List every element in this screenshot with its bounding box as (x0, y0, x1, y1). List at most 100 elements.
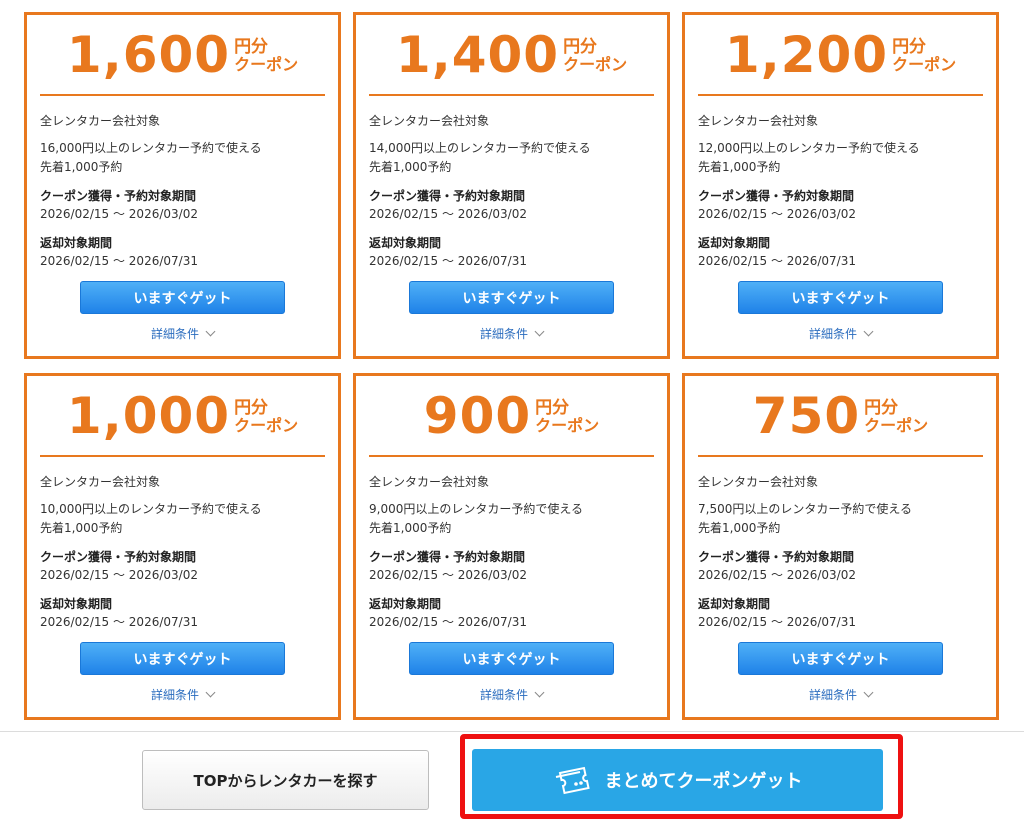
details-label: 詳細条件 (150, 688, 199, 702)
coupon-return-block: 返却対象期間 2026/02/15 ～ 2026/07/31 (369, 595, 654, 632)
coupon-min-amount: 14,000円以上のレンタカー予約で使える (369, 141, 591, 155)
coupon-return-block: 返却対象期間 2026/02/15 ～ 2026/07/31 (698, 595, 983, 632)
coupon-min-amount: 10,000円以上のレンタカー予約で使える (40, 502, 262, 516)
coupon-period-label: クーポン獲得・予約対象期間 (698, 189, 855, 203)
get-all-coupons-button[interactable]: まとめてクーポンゲット (472, 749, 883, 811)
chevron-down-icon (534, 687, 545, 698)
coupon-period-block: クーポン獲得・予約対象期間 2026/02/15 ～ 2026/03/02 (698, 187, 983, 224)
coupon-min-amount: 9,000円以上のレンタカー予約で使える (369, 502, 583, 516)
coupon-condition: 14,000円以上のレンタカー予約で使える 先着1,000予約 (369, 139, 654, 177)
coupon-return-period: 2026/02/15 ～ 2026/07/31 (40, 615, 198, 629)
details-toggle[interactable]: 詳細条件 (40, 686, 325, 703)
coupon-scope: 全レンタカー会社対象 (40, 114, 161, 128)
coupon-unit-label: クーポン (234, 55, 299, 75)
get-now-button[interactable]: いますぐゲット (738, 281, 943, 314)
details-label: 詳細条件 (150, 327, 199, 341)
chevron-down-icon (205, 687, 216, 698)
coupon-limit: 先着1,000予約 (698, 160, 781, 174)
coupon-amount-row: 750 円分 クーポン (698, 376, 983, 457)
details-toggle[interactable]: 詳細条件 (369, 325, 654, 342)
coupon-card: 900 円分 クーポン 全レンタカー会社対象 9,000円以上のレンタカー予約で… (353, 373, 670, 720)
footer-bar: TOPからレンタカーを探す まとめてクーポンゲット (0, 731, 1024, 825)
details-toggle[interactable]: 詳細条件 (698, 686, 983, 703)
get-all-coupons-label: まとめてクーポンゲット (604, 771, 803, 792)
coupon-limit: 先着1,000予約 (40, 521, 123, 535)
coupon-period-block: クーポン獲得・予約対象期間 2026/02/15 ～ 2026/03/02 (698, 548, 983, 585)
ticket-icon (555, 766, 590, 795)
coupon-unit: 円分 クーポン (535, 399, 600, 436)
details-toggle[interactable]: 詳細条件 (40, 325, 325, 342)
coupon-unit-label: クーポン (892, 55, 957, 75)
details-label: 詳細条件 (479, 688, 528, 702)
coupon-period-block: クーポン獲得・予約対象期間 2026/02/15 ～ 2026/03/02 (40, 548, 325, 585)
chevron-down-icon (205, 326, 216, 337)
coupon-amount-row: 1,600 円分 クーポン (40, 15, 325, 96)
coupon-period: 2026/02/15 ～ 2026/03/02 (698, 207, 856, 221)
coupon-period-label: クーポン獲得・予約対象期間 (40, 189, 197, 203)
chevron-down-icon (863, 326, 874, 337)
coupon-scope: 全レンタカー会社対象 (698, 114, 819, 128)
details-toggle[interactable]: 詳細条件 (369, 686, 654, 703)
details-toggle[interactable]: 詳細条件 (698, 325, 983, 342)
coupon-return-period: 2026/02/15 ～ 2026/07/31 (369, 615, 527, 629)
coupon-return-period: 2026/02/15 ～ 2026/07/31 (40, 254, 198, 268)
coupon-return-label: 返却対象期間 (698, 597, 771, 611)
coupon-amount-row: 1,000 円分 クーポン (40, 376, 325, 457)
coupon-period: 2026/02/15 ～ 2026/03/02 (40, 568, 198, 582)
get-now-button[interactable]: いますぐゲット (409, 642, 614, 675)
coupon-unit-label: クーポン (864, 416, 929, 436)
search-from-top-button[interactable]: TOPからレンタカーを探す (142, 750, 429, 810)
get-now-button[interactable]: いますぐゲット (738, 642, 943, 675)
coupon-amount: 1,200 (724, 25, 889, 84)
coupon-scope: 全レンタカー会社対象 (369, 475, 490, 489)
details-label: 詳細条件 (808, 327, 857, 341)
coupon-period-label: クーポン獲得・予約対象期間 (369, 189, 526, 203)
coupon-unit: 円分 クーポン (563, 38, 628, 75)
coupon-condition: 16,000円以上のレンタカー予約で使える 先着1,000予約 (40, 139, 325, 177)
get-now-button[interactable]: いますぐゲット (80, 642, 285, 675)
coupon-condition: 12,000円以上のレンタカー予約で使える 先着1,000予約 (698, 139, 983, 177)
coupon-amount: 1,000 (66, 386, 231, 445)
coupon-min-amount: 7,500円以上のレンタカー予約で使える (698, 502, 912, 516)
coupon-return-period: 2026/02/15 ～ 2026/07/31 (369, 254, 527, 268)
coupon-amount: 1,600 (66, 25, 231, 84)
coupon-period-label: クーポン獲得・予約対象期間 (698, 550, 855, 564)
coupon-unit: 円分 クーポン (234, 38, 299, 75)
coupon-limit: 先着1,000予約 (698, 521, 781, 535)
coupon-amount: 1,400 (395, 25, 560, 84)
coupon-limit: 先着1,000予約 (40, 160, 123, 174)
coupon-return-label: 返却対象期間 (369, 597, 442, 611)
coupon-return-period: 2026/02/15 ～ 2026/07/31 (698, 615, 856, 629)
coupon-grid: 1,600 円分 クーポン 全レンタカー会社対象 16,000円以上のレンタカー… (24, 12, 1001, 720)
details-label: 詳細条件 (479, 327, 528, 341)
coupon-card: 1,400 円分 クーポン 全レンタカー会社対象 14,000円以上のレンタカー… (353, 12, 670, 359)
coupon-period-block: クーポン獲得・予約対象期間 2026/02/15 ～ 2026/03/02 (40, 187, 325, 224)
coupon-return-label: 返却対象期間 (40, 236, 113, 250)
coupon-condition: 7,500円以上のレンタカー予約で使える 先着1,000予約 (698, 500, 983, 538)
coupon-scope: 全レンタカー会社対象 (698, 475, 819, 489)
coupon-amount: 750 (752, 386, 861, 445)
coupon-condition: 10,000円以上のレンタカー予約で使える 先着1,000予約 (40, 500, 325, 538)
coupon-period: 2026/02/15 ～ 2026/03/02 (369, 207, 527, 221)
chevron-down-icon (863, 687, 874, 698)
coupon-return-block: 返却対象期間 2026/02/15 ～ 2026/07/31 (40, 234, 325, 271)
coupon-return-label: 返却対象期間 (40, 597, 113, 611)
coupon-return-period: 2026/02/15 ～ 2026/07/31 (698, 254, 856, 268)
coupon-return-block: 返却対象期間 2026/02/15 ～ 2026/07/31 (698, 234, 983, 271)
coupon-scope: 全レンタカー会社対象 (40, 475, 161, 489)
coupon-unit-label: クーポン (563, 55, 628, 75)
coupon-return-label: 返却対象期間 (698, 236, 771, 250)
coupon-period-block: クーポン獲得・予約対象期間 2026/02/15 ～ 2026/03/02 (369, 187, 654, 224)
coupon-unit: 円分 クーポン (234, 399, 298, 435)
coupon-amount: 900 (423, 386, 532, 445)
coupon-amount-row: 1,400 円分 クーポン (369, 15, 654, 96)
coupon-min-amount: 12,000円以上のレンタカー予約で使える (698, 141, 920, 155)
coupon-unit: 円分 クーポン (864, 399, 929, 436)
get-now-button[interactable]: いますぐゲット (80, 281, 285, 314)
coupon-amount-row: 900 円分 クーポン (369, 376, 654, 457)
coupon-return-label: 返却対象期間 (369, 236, 442, 250)
coupon-period-block: クーポン獲得・予約対象期間 2026/02/15 ～ 2026/03/02 (369, 548, 654, 585)
get-now-button[interactable]: いますぐゲット (409, 281, 614, 314)
coupon-card: 1,200 円分 クーポン 全レンタカー会社対象 12,000円以上のレンタカー… (682, 12, 999, 359)
coupon-unit-label: クーポン (535, 416, 600, 436)
